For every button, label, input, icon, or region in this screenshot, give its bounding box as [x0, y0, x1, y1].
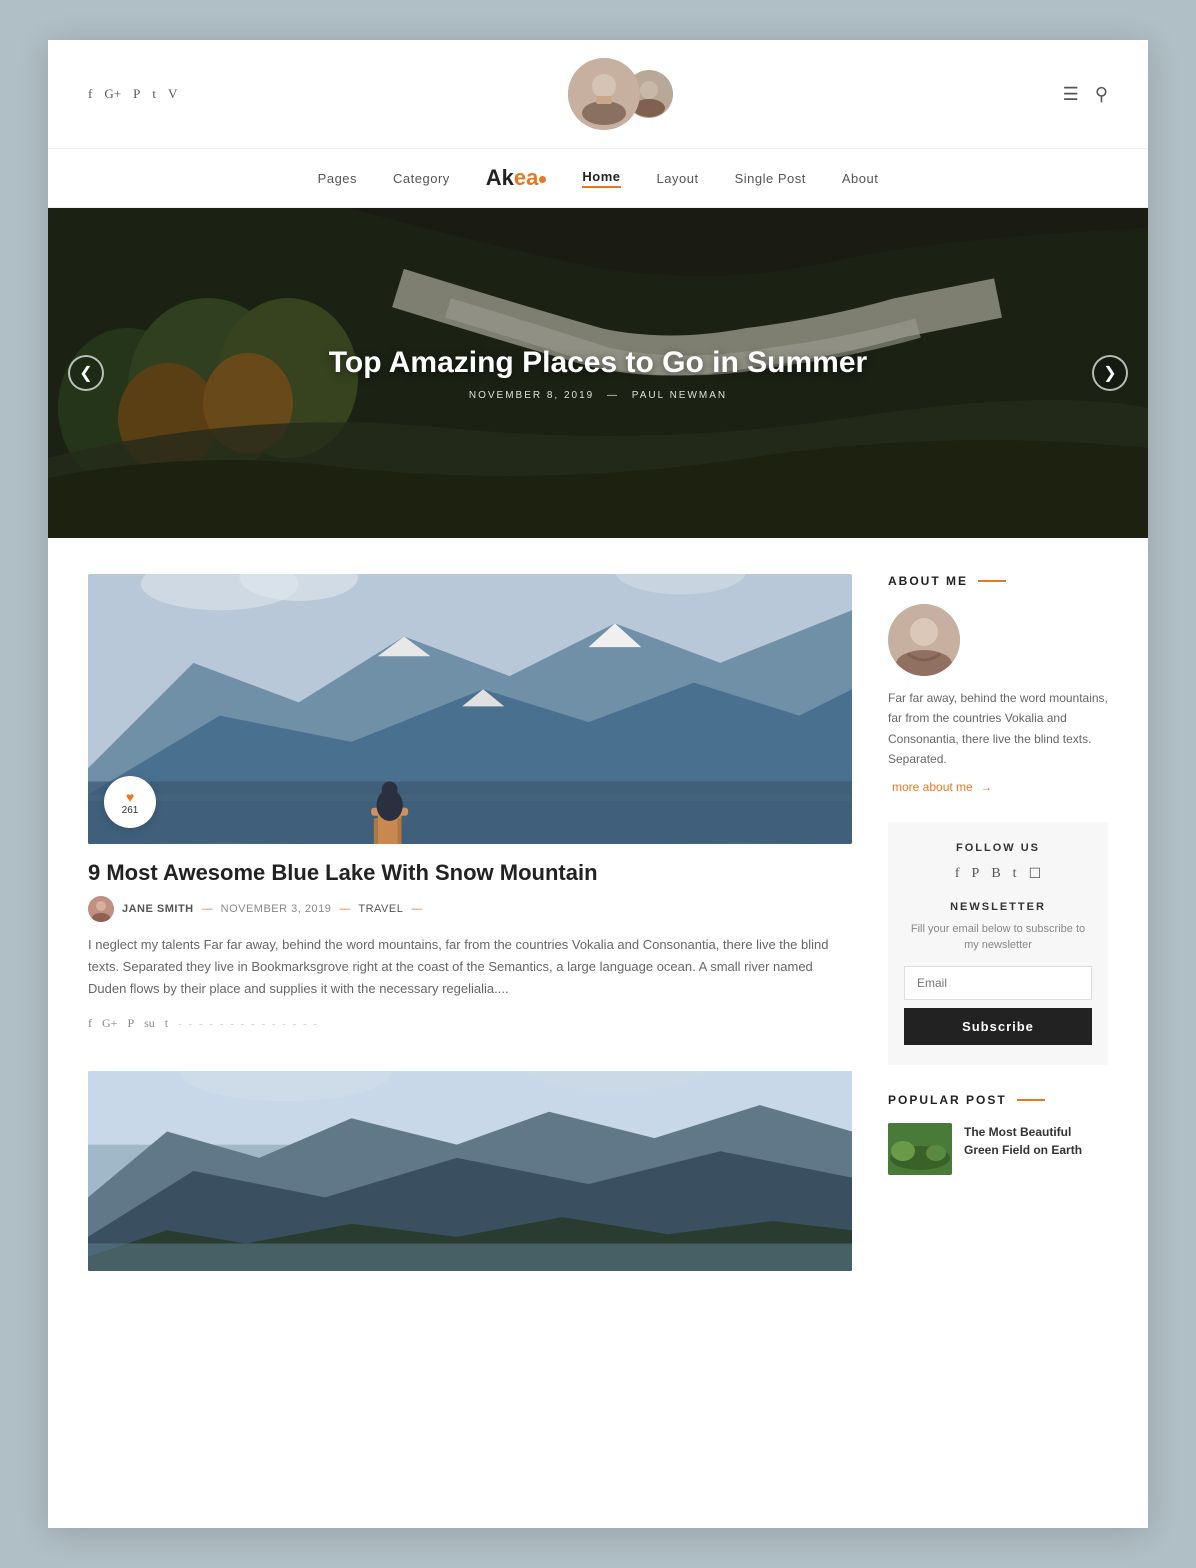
- more-about-link[interactable]: more about me →: [888, 780, 1108, 794]
- post-share-icons: f G+ P su t - - - - - - - - - - - - - -: [88, 1016, 852, 1031]
- site-nav: Pages Category Akea Home Layout Single P…: [48, 149, 1148, 208]
- share-facebook-icon[interactable]: f: [88, 1016, 92, 1031]
- slider-arrow-left[interactable]: ❮: [68, 355, 104, 391]
- pinterest-icon[interactable]: P: [133, 86, 140, 102]
- content-left: ♥ 261 9 Most Awesome Blue Lake With Snow…: [88, 574, 852, 1311]
- menu-icon[interactable]: ☰: [1063, 84, 1079, 105]
- post-category-1: TRAVEL: [358, 903, 403, 915]
- post-image-lake: ♥ 261: [88, 574, 852, 844]
- follow-icons: f P B t ☐: [904, 866, 1092, 883]
- nav-home[interactable]: Home: [582, 169, 620, 188]
- newsletter-desc: Fill your email below to subscribe to my…: [904, 921, 1092, 954]
- follow-newsletter-box: FOLLOW US f P B t ☐ NEWSLETTER Fill your…: [888, 822, 1108, 1065]
- newsletter-title: NEWSLETTER: [904, 901, 1092, 913]
- about-avatar: [888, 604, 960, 676]
- meta-dash-1: —: [202, 903, 213, 915]
- popular-thumb-1: [888, 1123, 952, 1175]
- share-pinterest-icon[interactable]: P: [127, 1016, 134, 1031]
- post-image-2: [88, 1071, 852, 1271]
- share-dots: - - - - - - - - - - - - - -: [178, 1018, 319, 1030]
- meta-dash-2: —: [339, 903, 350, 915]
- share-googleplus-icon[interactable]: G+: [102, 1016, 117, 1031]
- hero-slider: Top Amazing Places to Go in Summer NOVEM…: [48, 208, 1148, 538]
- hero-author: PAUL NEWMAN: [632, 390, 727, 401]
- post-title-1[interactable]: 9 Most Awesome Blue Lake With Snow Mount…: [88, 860, 852, 886]
- sidebar-about: ABOUT ME Far far away, behind the word m…: [888, 574, 1108, 794]
- googleplus-icon[interactable]: G+: [104, 86, 121, 102]
- sidebar-title-line: [978, 580, 1006, 582]
- share-stumbleupon-icon[interactable]: su: [144, 1016, 155, 1031]
- sidebar-about-title: ABOUT ME: [888, 574, 1108, 588]
- search-icon[interactable]: ⚲: [1095, 84, 1108, 105]
- popular-title-line: [1017, 1099, 1045, 1101]
- hero-dash: —: [607, 390, 624, 401]
- follow-twitter-icon[interactable]: t: [1013, 866, 1017, 883]
- facebook-icon[interactable]: f: [88, 86, 92, 102]
- header-right-icons: ☰ ⚲: [1063, 84, 1108, 105]
- popular-item-text: The Most Beautiful Green Field on Earth: [964, 1123, 1108, 1159]
- logo-avatar-main: [568, 58, 640, 130]
- like-count: 261: [122, 805, 139, 816]
- post-date-1: NOVEMBER 3, 2019: [221, 903, 332, 915]
- page-wrapper: f G+ P t V: [48, 40, 1148, 1528]
- nav-pages[interactable]: Pages: [318, 171, 357, 186]
- author-name: JANE SMITH: [122, 903, 194, 915]
- popular-title: POPULAR POST: [888, 1093, 1108, 1107]
- popular-item-1: The Most Beautiful Green Field on Earth: [888, 1123, 1108, 1175]
- popular-post-title-1[interactable]: The Most Beautiful Green Field on Earth: [964, 1123, 1108, 1159]
- sidebar: ABOUT ME Far far away, behind the word m…: [888, 574, 1108, 1175]
- nav-logo[interactable]: Akea: [486, 165, 547, 191]
- nav-about[interactable]: About: [842, 171, 878, 186]
- hero-date: NOVEMBER 8, 2019: [469, 390, 594, 401]
- sidebar-popular: POPULAR POST The Most Bea: [888, 1093, 1108, 1175]
- site-header: f G+ P t V: [48, 40, 1148, 149]
- hero-title: Top Amazing Places to Go in Summer: [329, 346, 867, 380]
- follow-title: FOLLOW US: [904, 842, 1092, 854]
- twitter-icon[interactable]: t: [152, 86, 156, 102]
- about-text: Far far away, behind the word mountains,…: [888, 688, 1108, 770]
- subscribe-button[interactable]: Subscribe: [904, 1008, 1092, 1045]
- email-input[interactable]: [904, 966, 1092, 1000]
- main-content: ♥ 261 9 Most Awesome Blue Lake With Snow…: [48, 538, 1148, 1347]
- nav-category[interactable]: Category: [393, 171, 450, 186]
- post-card-1: ♥ 261 9 Most Awesome Blue Lake With Snow…: [88, 574, 852, 1031]
- hero-overlay: Top Amazing Places to Go in Summer NOVEM…: [48, 208, 1148, 538]
- share-twitter-icon[interactable]: t: [165, 1016, 168, 1031]
- post-card-2: [88, 1071, 852, 1271]
- nav-single-post[interactable]: Single Post: [735, 171, 806, 186]
- follow-pinterest-icon[interactable]: P: [972, 866, 980, 883]
- nav-layout[interactable]: Layout: [657, 171, 699, 186]
- post-author-line: JANE SMITH — NOVEMBER 3, 2019 — TRAVEL —: [88, 896, 852, 922]
- slider-arrow-right[interactable]: ❯: [1092, 355, 1128, 391]
- hero-meta: NOVEMBER 8, 2019 — PAUL NEWMAN: [469, 390, 727, 401]
- meta-dash-3: —: [411, 903, 422, 915]
- post-excerpt-1: I neglect my talents Far far away, behin…: [88, 934, 852, 1000]
- like-badge[interactable]: ♥ 261: [104, 776, 156, 828]
- follow-behance-icon[interactable]: B: [991, 866, 1000, 883]
- header-social-icons: f G+ P t V: [88, 86, 177, 102]
- vimeo-icon[interactable]: V: [168, 86, 177, 102]
- follow-facebook-icon[interactable]: f: [955, 866, 960, 883]
- heart-icon: ♥: [126, 789, 134, 805]
- follow-instagram-icon[interactable]: ☐: [1029, 866, 1042, 883]
- author-avatar: [88, 896, 114, 922]
